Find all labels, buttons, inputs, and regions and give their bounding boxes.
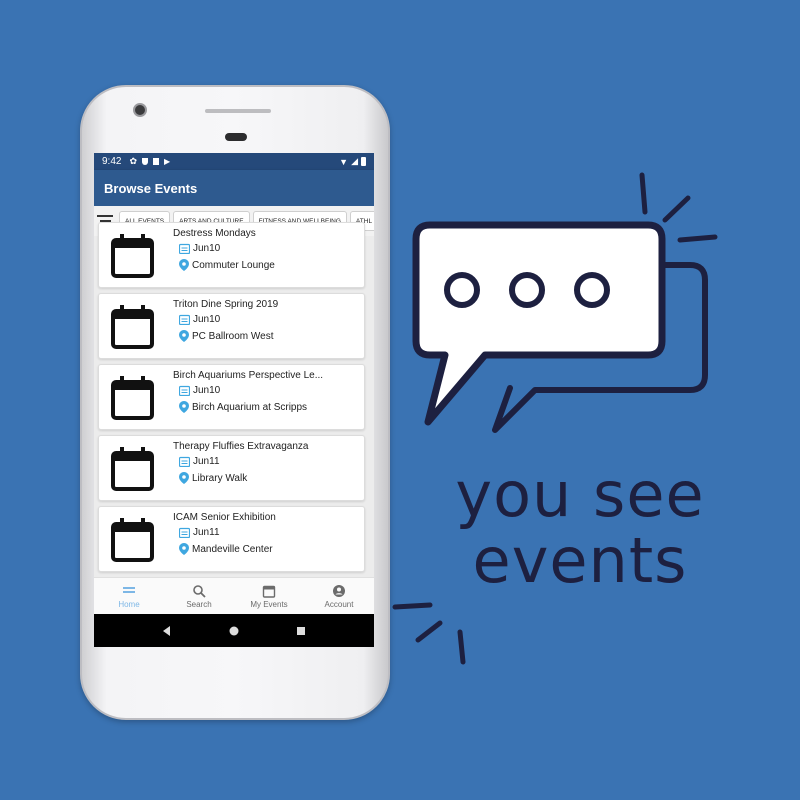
front-camera [133, 103, 147, 117]
earpiece-speaker [205, 109, 271, 113]
event-location: PC Ballroom West [192, 330, 274, 342]
event-location-row: Mandeville Center [179, 543, 273, 555]
location-pin-icon [179, 330, 189, 342]
date-icon [179, 527, 190, 538]
nav-home-label: Home [118, 599, 140, 609]
event-date: Jun11 [193, 456, 220, 467]
nav-search-label: Search [186, 599, 212, 609]
event-date-row: Jun11 [179, 456, 220, 467]
calendar-icon [111, 234, 154, 278]
status-time: 9:42 [102, 156, 122, 167]
tagline: you see events [420, 462, 740, 594]
nav-account-label: Account [324, 599, 354, 609]
event-date: Jun11 [193, 527, 220, 538]
event-date: Jun10 [193, 385, 221, 396]
signal-icon: ◢ [351, 156, 358, 166]
battery-icon [361, 157, 366, 166]
home-icon [123, 586, 135, 593]
date-icon [179, 456, 190, 467]
bottom-nav: Home Search My Events Account [94, 577, 374, 614]
tagline-line-1: you see [455, 458, 705, 531]
nav-home[interactable]: Home [94, 578, 164, 614]
location-pin-icon [179, 401, 189, 413]
event-title: ICAM Senior Exhibition [173, 512, 276, 523]
calendar-icon [111, 518, 154, 562]
event-date-row: Jun10 [179, 385, 220, 396]
nav-my-events-label: My Events [250, 599, 288, 609]
event-date-row: Jun10 [179, 314, 220, 325]
phone-screen: 9:42 ✿ ▶ ▼ ◢ Browse Events ALL EVENTS AR… [94, 153, 374, 647]
event-card[interactable]: ICAM Senior Exhibition Jun11 Mandeville … [98, 506, 365, 572]
event-card[interactable]: Therapy Fluffies Extravaganza Jun11 Libr… [98, 435, 365, 501]
location-pin-icon [179, 472, 189, 484]
settings-icon: ✿ [129, 156, 138, 166]
event-title: Triton Dine Spring 2019 [173, 299, 279, 310]
nav-search[interactable]: Search [164, 578, 234, 614]
tagline-line-2: events [472, 524, 688, 597]
event-date-row: Jun10 [179, 243, 220, 254]
calendar-icon [111, 447, 154, 491]
play-store-icon: ▶ [164, 157, 171, 166]
page-title: Browse Events [104, 180, 198, 196]
location-pin-icon [179, 543, 189, 555]
nav-my-events[interactable]: My Events [234, 578, 304, 614]
proximity-sensor [225, 133, 247, 141]
wifi-icon: ▼ [339, 156, 349, 167]
event-location: Mandeville Center [192, 543, 273, 555]
event-date-row: Jun11 [179, 527, 220, 538]
calendar-icon [111, 376, 154, 420]
location-pin-icon [179, 259, 189, 271]
event-location-row: Commuter Lounge [179, 259, 275, 271]
home-circle-icon[interactable] [228, 625, 240, 637]
event-date: Jun10 [193, 314, 221, 325]
nav-account[interactable]: Account [304, 578, 374, 614]
event-location-row: PC Ballroom West [179, 330, 274, 342]
sd-card-icon [153, 158, 160, 165]
date-icon [179, 243, 190, 254]
event-title: Birch Aquariums Perspective Le... [173, 370, 324, 381]
event-location: Commuter Lounge [192, 259, 275, 271]
recents-icon[interactable] [295, 625, 307, 637]
app-bar: Browse Events [94, 170, 374, 206]
calendar-icon [262, 585, 276, 598]
event-location: Library Walk [192, 472, 248, 484]
back-icon[interactable] [161, 625, 173, 637]
event-location-row: Birch Aquarium at Scripps [179, 401, 307, 413]
event-card[interactable]: Birch Aquariums Perspective Le... Jun10 … [98, 364, 365, 430]
status-bar: 9:42 ✿ ▶ ▼ ◢ [94, 153, 374, 170]
calendar-icon [111, 305, 154, 349]
event-date: Jun10 [193, 243, 221, 254]
event-card[interactable]: Triton Dine Spring 2019 Jun10 PC Ballroo… [98, 293, 365, 359]
search-icon [193, 584, 206, 598]
event-title: Destress Mondays [173, 228, 256, 239]
account-icon [333, 584, 345, 597]
phone-mockup: 9:42 ✿ ▶ ▼ ◢ Browse Events ALL EVENTS AR… [80, 85, 390, 720]
date-icon [179, 385, 190, 396]
burst-lines-icon [392, 602, 466, 665]
event-title: Therapy Fluffies Extravaganza [173, 441, 309, 452]
event-location-row: Library Walk [179, 472, 247, 484]
date-icon [179, 314, 190, 325]
shield-icon [142, 158, 149, 165]
system-nav-bar [94, 614, 374, 647]
event-card[interactable]: Destress Mondays Jun10 Commuter Lounge [98, 222, 365, 288]
chat-bubble-icon [412, 172, 718, 433]
event-location: Birch Aquarium at Scripps [192, 401, 308, 413]
